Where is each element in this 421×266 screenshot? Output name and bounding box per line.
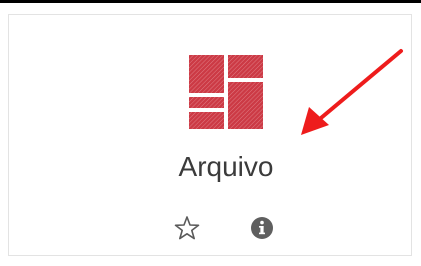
info-circle-icon[interactable]	[249, 215, 275, 241]
app-tile-card[interactable]: Arquivo	[8, 14, 412, 256]
red-arrow-icon	[301, 49, 403, 135]
screenshot-frame: Arquivo	[0, 0, 421, 266]
top-divider	[0, 0, 421, 3]
star-outline-icon[interactable]	[174, 215, 200, 241]
app-title[interactable]: Arquivo	[119, 151, 333, 183]
grid-tile-icon[interactable]	[189, 55, 263, 129]
